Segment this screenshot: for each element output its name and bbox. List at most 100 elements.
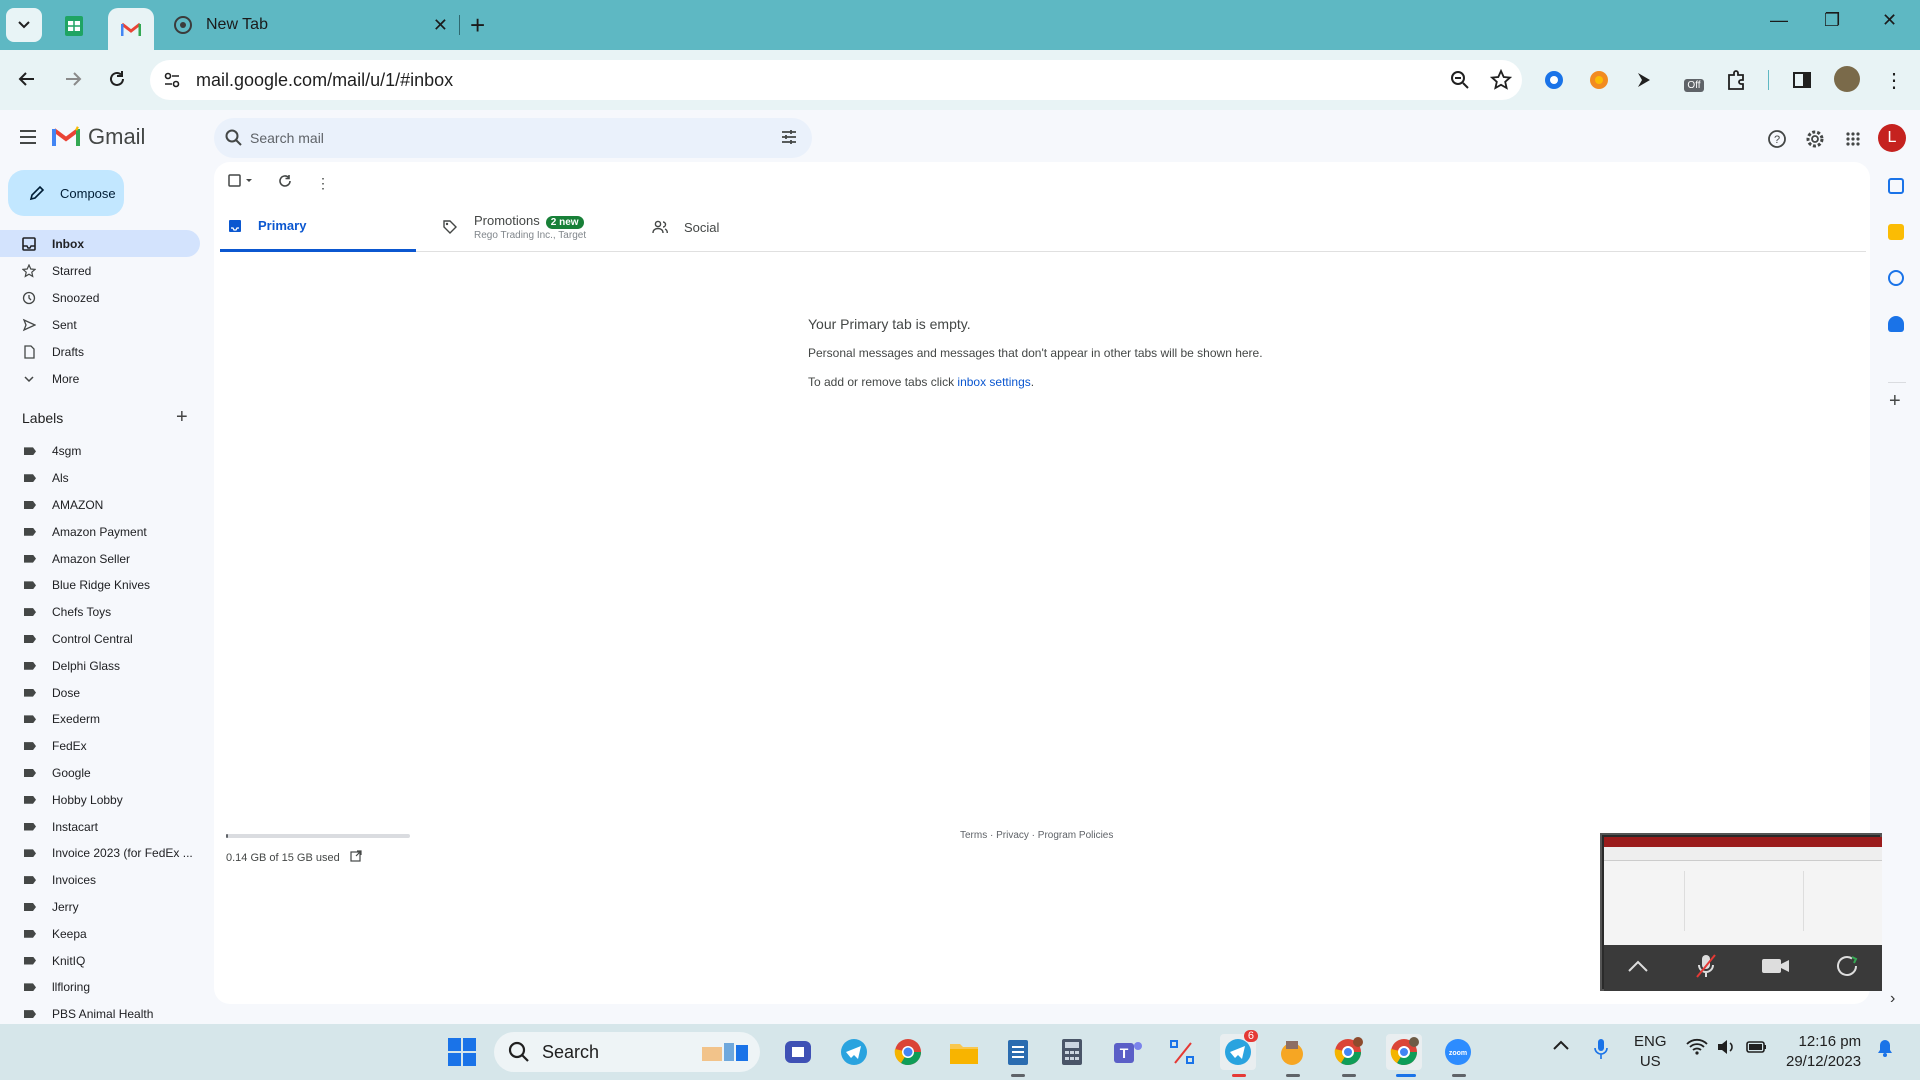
video-camera-icon[interactable] [1761,956,1791,981]
chevron-right-icon[interactable]: › [1890,990,1895,1008]
nav-item-sent[interactable]: Sent [0,311,200,338]
tab-promotions[interactable]: Promotions 2 new Rego Trading Inc., Targe… [442,202,586,252]
apps-grid-icon[interactable] [1838,124,1868,154]
contacts-icon[interactable] [1888,316,1904,332]
calendar-icon[interactable] [1888,178,1904,194]
tab-social[interactable]: Social [652,202,719,252]
footer-links[interactable]: Terms · Privacy · Program Policies [960,830,1113,841]
label-item[interactable]: KnitIQ [0,947,200,974]
keep-icon[interactable] [1888,224,1904,240]
forward-button[interactable] [58,64,88,94]
open-external-icon[interactable] [350,850,362,865]
microphone-icon[interactable] [1594,1038,1608,1063]
label-item[interactable]: Als [0,465,200,492]
main-menu-icon[interactable] [18,128,40,151]
label-item[interactable]: FedEx [0,733,200,760]
settings-gear-icon[interactable] [1800,124,1830,154]
compose-button[interactable]: Compose [8,170,124,216]
label-item[interactable]: Instacart [0,813,200,840]
extension-icon-1[interactable] [1540,66,1568,94]
meet-app-icon[interactable] [780,1034,816,1070]
cursor-extension-icon[interactable] [1630,66,1658,94]
browser-tab-sheets[interactable] [56,10,92,42]
label-item[interactable]: AMAZON [0,492,200,519]
site-info-icon[interactable] [162,70,182,95]
meeting-pip-window[interactable] [1600,833,1882,991]
label-item[interactable]: Google [0,760,200,787]
battery-icon[interactable] [1746,1038,1768,1059]
browser-tab-gmail[interactable] [108,8,154,50]
gmail-logo[interactable]: Gmail [52,124,145,150]
wifi-icon[interactable] [1686,1038,1708,1059]
label-item[interactable]: Invoices [0,867,200,894]
nav-item-snoozed[interactable]: Snoozed [0,284,200,311]
label-item[interactable]: Jerry [0,894,200,921]
label-item[interactable]: Invoice 2023 (for FedEx ... [0,840,200,867]
notification-bell-icon[interactable] [1876,1038,1894,1061]
label-item[interactable]: Exederm [0,706,200,733]
label-item[interactable]: Keepa [0,920,200,947]
minimize-button[interactable]: — [1770,10,1788,31]
notepad-icon[interactable] [1000,1034,1036,1070]
mic-muted-icon[interactable] [1695,953,1717,984]
calculator-icon[interactable] [1054,1034,1090,1070]
search-mail-box[interactable]: Search mail [214,118,812,158]
chrome-profile-2-icon[interactable] [1330,1034,1366,1070]
nav-item-starred[interactable]: Starred [0,257,200,284]
chrome-profile-active-icon[interactable] [1386,1034,1422,1070]
back-button[interactable] [12,64,42,94]
zoom-icon[interactable] [1450,70,1470,95]
taskbar-search[interactable]: Search [494,1032,760,1072]
profile-avatar[interactable] [1834,66,1860,92]
label-item[interactable]: Hobby Lobby [0,786,200,813]
off-extension-icon[interactable]: Off [1680,66,1708,94]
inbox-settings-link[interactable]: inbox settings [957,375,1030,389]
share-screen-icon[interactable] [1836,955,1860,982]
game-app-icon[interactable] [1274,1034,1310,1070]
snipping-tool-icon[interactable] [1164,1034,1200,1070]
address-bar[interactable]: mail.google.com/mail/u/1/#inbox [150,60,1522,100]
more-options-icon[interactable]: ⋮ [316,175,330,192]
bookmark-star-icon[interactable] [1489,68,1513,96]
label-item[interactable]: Dose [0,679,200,706]
system-clock[interactable]: 12:16 pm 29/12/2023 [1786,1032,1861,1072]
search-icon[interactable] [224,128,244,153]
label-item[interactable]: Chefs Toys [0,599,200,626]
tab-search-button[interactable] [6,8,42,42]
label-item[interactable]: Control Central [0,626,200,653]
close-tab-icon[interactable]: ✕ [433,15,448,36]
chrome-menu-icon[interactable]: ⋮ [1880,66,1908,94]
label-item[interactable]: 4sgm [0,438,200,465]
select-all-checkbox[interactable] [228,174,254,193]
start-button[interactable] [444,1034,480,1070]
zoom-app-icon[interactable]: zoom [1440,1034,1476,1070]
refresh-icon[interactable] [278,174,292,193]
label-item[interactable]: Blue Ridge Knives [0,572,200,599]
close-window-button[interactable]: ✕ [1882,10,1897,31]
language-indicator[interactable]: ENG US [1634,1032,1667,1072]
reload-button[interactable] [102,64,132,94]
tasks-icon[interactable] [1888,270,1904,286]
account-avatar[interactable]: L [1878,124,1906,152]
restore-button[interactable]: ❐ [1824,10,1840,31]
label-item[interactable]: Amazon Payment [0,518,200,545]
label-item[interactable]: Delphi Glass [0,652,200,679]
nav-item-more[interactable]: More [0,365,200,392]
chrome-taskbar-icon[interactable] [890,1034,926,1070]
telegram-desktop-icon[interactable]: 6 [1220,1030,1258,1070]
label-item[interactable]: Amazon Seller [0,545,200,572]
extensions-puzzle-icon[interactable] [1722,66,1750,94]
tray-overflow-icon[interactable] [1552,1038,1570,1055]
help-icon[interactable]: ? [1762,124,1792,154]
browser-tab-new-tab[interactable]: New Tab ✕ [168,8,448,42]
new-tab-button[interactable]: + [470,10,485,40]
teams-icon[interactable]: T [1110,1034,1146,1070]
side-panel-icon[interactable] [1788,66,1816,94]
tab-primary[interactable]: Primary [220,202,416,252]
file-explorer-icon[interactable] [946,1034,982,1070]
chevron-up-icon[interactable] [1626,958,1650,979]
volume-icon[interactable] [1716,1038,1736,1059]
extension-icon-2[interactable] [1585,66,1613,94]
label-item[interactable]: llfloring [0,974,200,1001]
add-label-button[interactable]: + [176,406,188,429]
